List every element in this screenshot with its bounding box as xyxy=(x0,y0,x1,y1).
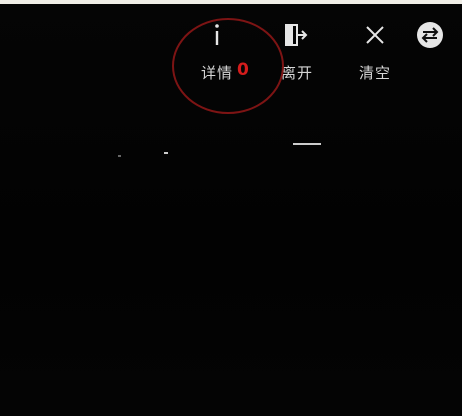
close-icon xyxy=(345,20,405,50)
light-streak xyxy=(164,152,168,154)
switch-button[interactable] xyxy=(400,20,460,52)
top-edge-strip xyxy=(0,0,462,4)
camera-view: 详情 0 离开 清空 xyxy=(0,0,462,416)
light-streak xyxy=(118,155,121,157)
clear-button[interactable]: 清空 xyxy=(345,20,405,90)
clear-label: 清空 xyxy=(358,64,391,82)
light-streak xyxy=(293,143,321,145)
swap-arrows-icon xyxy=(400,20,460,50)
highlight-circle-annotation xyxy=(172,18,284,114)
